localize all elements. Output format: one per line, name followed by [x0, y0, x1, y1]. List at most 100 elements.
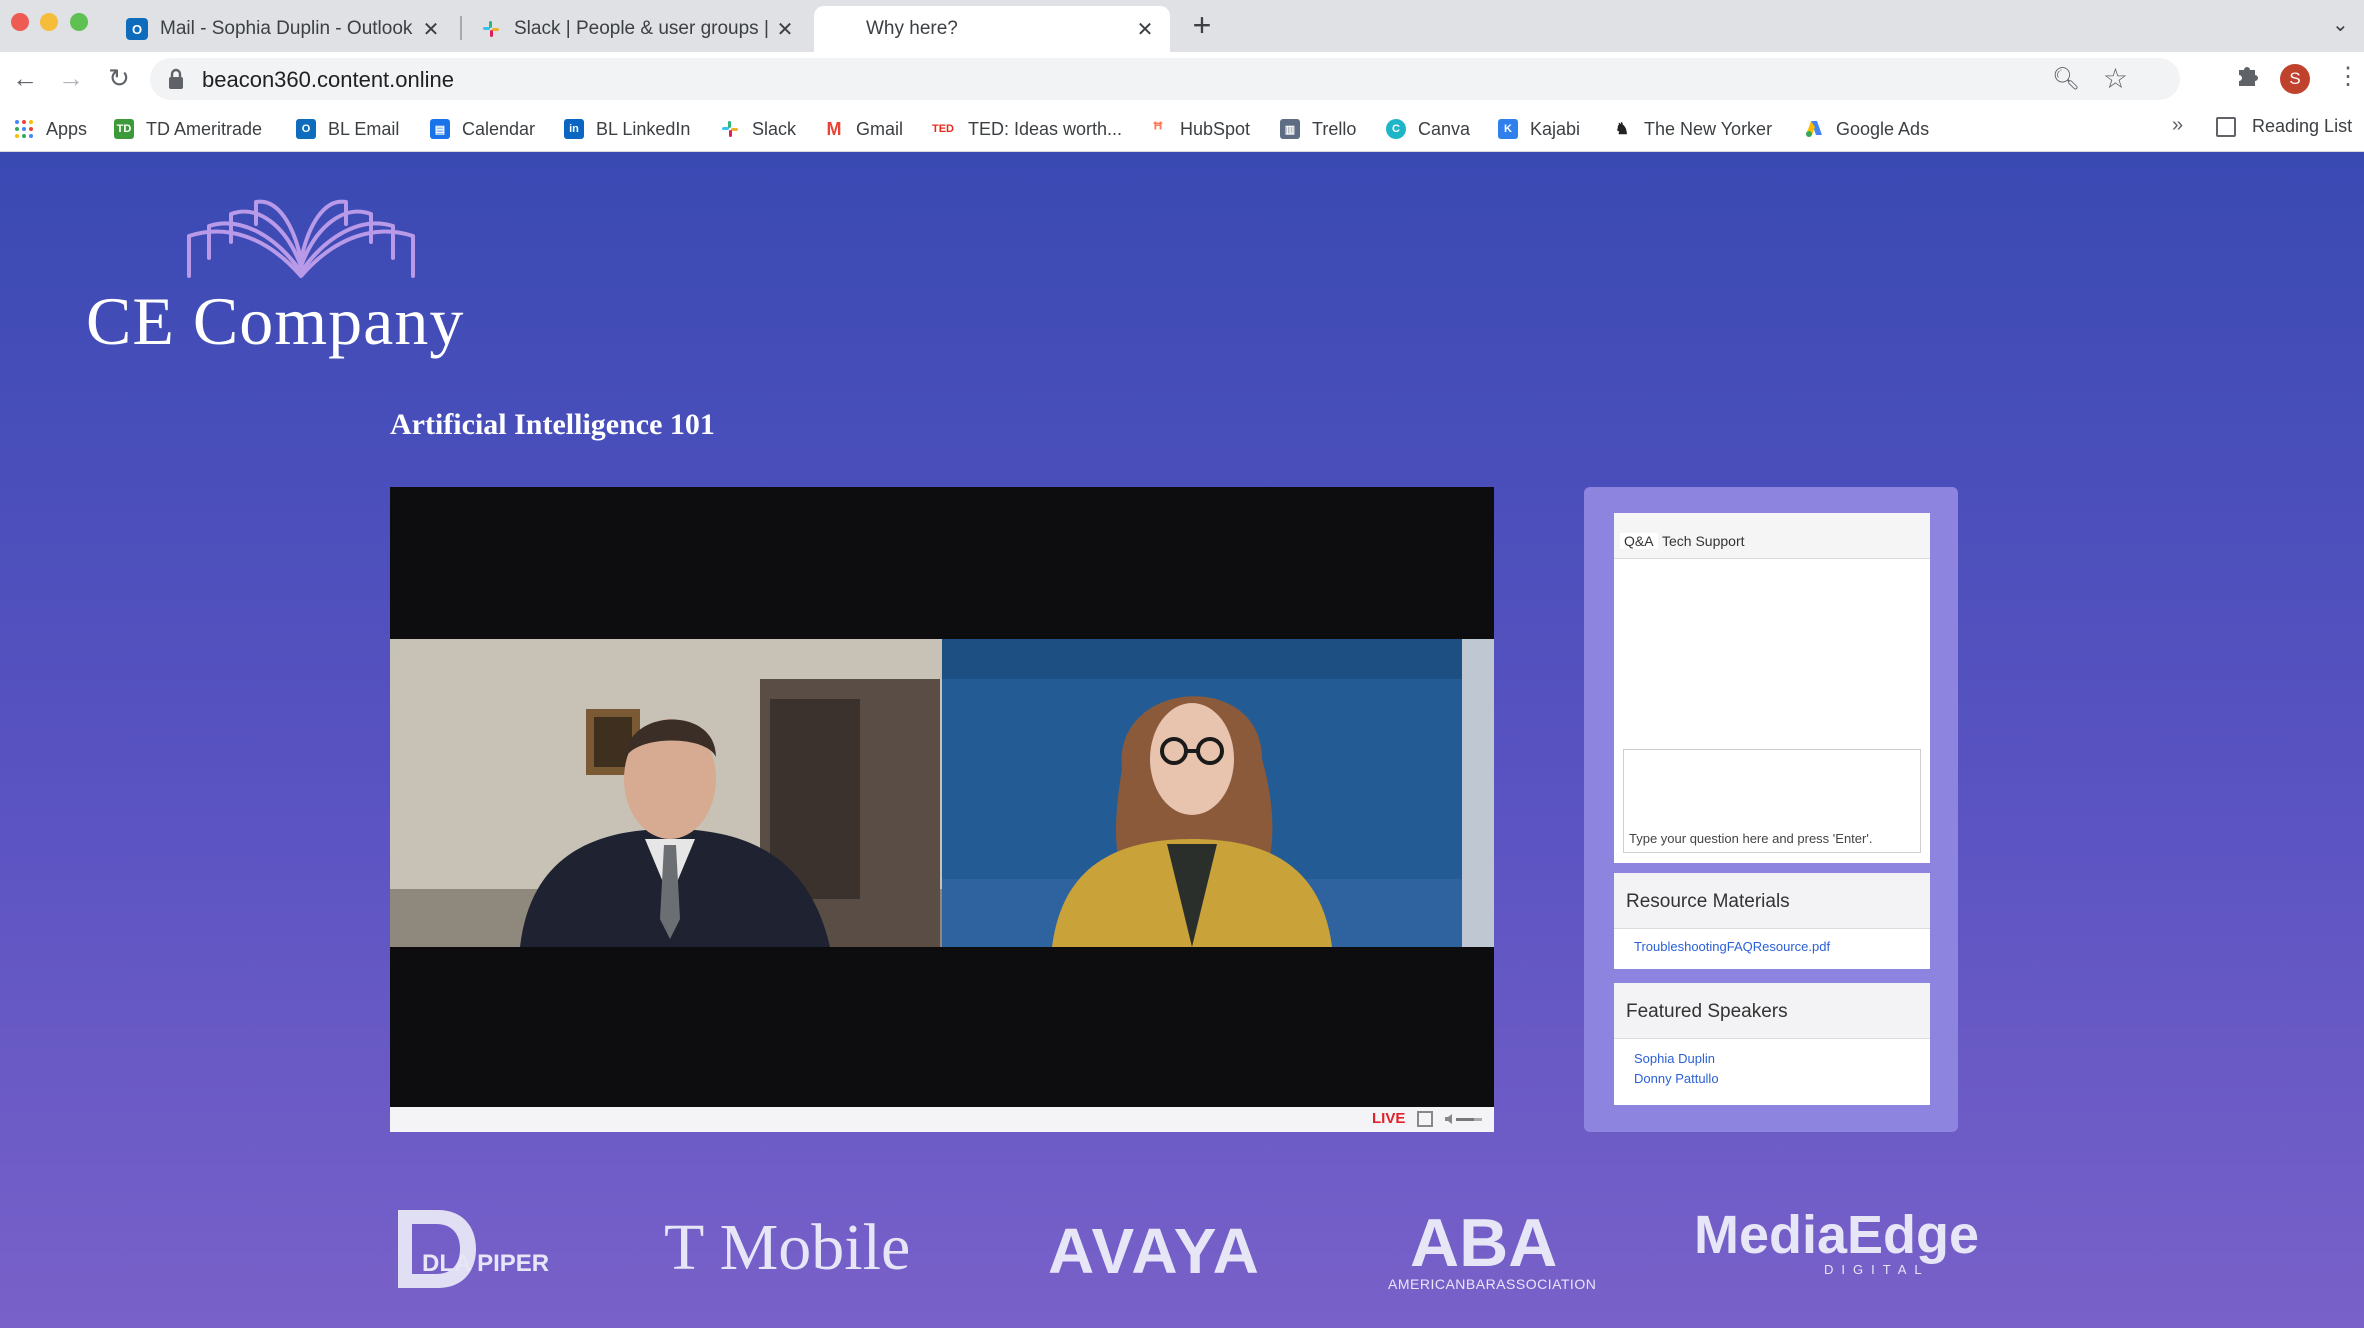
reading-list-button[interactable]: Reading List	[2216, 116, 2352, 137]
bookmark-label: HubSpot	[1180, 118, 1251, 139]
player-controls: LIVE	[390, 1107, 1494, 1132]
ted-icon: TED	[932, 123, 954, 135]
bookmark-label: Kajabi	[1530, 118, 1581, 139]
question-placeholder: Type your question here and press 'Enter…	[1629, 831, 1873, 846]
speaker-link[interactable]: Donny Pattullo	[1634, 1071, 1719, 1086]
bookmark-label: Trello	[1312, 118, 1357, 139]
calendar-icon: ▤	[430, 119, 450, 139]
zoom-icon[interactable]: 🔍︎	[2052, 66, 2080, 92]
window-minimize-button[interactable]	[40, 13, 58, 31]
tab-slack[interactable]: Slack | People & user groups | ✕	[466, 6, 810, 52]
tab-outlook[interactable]: O Mail - Sophia Duplin - Outlook ✕	[112, 6, 456, 52]
tab-why-here[interactable]: Why here? ✕	[814, 6, 1170, 52]
webinar-page: CE Company Artificial Intelligence 101 L…	[0, 152, 2364, 1328]
tab-title: Slack | People & user groups |	[514, 18, 769, 39]
qa-widget: Q&A Tech Support Type your question here…	[1614, 513, 1930, 863]
featured-speakers-header: Featured Speakers	[1614, 983, 1930, 1039]
bookmark-bl-linkedin[interactable]: in BL LinkedIn	[564, 116, 690, 142]
address-bar[interactable]: beacon360.content.online 🔍︎ ☆	[150, 58, 2180, 100]
close-icon[interactable]: ✕	[1134, 18, 1156, 41]
slack-icon	[480, 18, 502, 40]
video-player[interactable]: LIVE	[390, 487, 1494, 1132]
apps-grid-icon	[14, 119, 34, 139]
bookmark-kajabi[interactable]: K Kajabi	[1498, 116, 1580, 142]
bookmark-label: Google Ads	[1836, 118, 1930, 139]
bookmark-trello[interactable]: ▥ Trello	[1280, 116, 1356, 142]
close-icon[interactable]: ✕	[420, 18, 442, 41]
bookmark-calendar[interactable]: ▤ Calendar	[430, 116, 535, 142]
bookmark-bl-email[interactable]: O BL Email	[296, 116, 399, 142]
resource-link[interactable]: TroubleshootingFAQResource.pdf	[1634, 939, 1830, 954]
bookmark-ted[interactable]: TED TED: Ideas worth...	[930, 116, 1122, 142]
bookmark-label: TD Ameritrade	[146, 118, 263, 139]
speaker-link[interactable]: Sophia Duplin	[1634, 1051, 1715, 1066]
back-arrow-icon[interactable]: ←	[8, 61, 42, 95]
side-panel: Q&A Tech Support Type your question here…	[1584, 487, 1958, 1132]
tab-tech-support[interactable]: Tech Support	[1662, 533, 1745, 549]
bookmark-hubspot[interactable]: ꟸ HubSpot	[1148, 116, 1250, 142]
close-icon[interactable]: ✕	[774, 18, 796, 41]
event-title: Artificial Intelligence 101	[390, 408, 715, 441]
open-book-logo-icon	[187, 199, 415, 278]
question-input[interactable]: Type your question here and press 'Enter…	[1623, 749, 1921, 853]
featured-speakers-card: Featured Speakers Sophia Duplin Donny Pa…	[1614, 983, 1930, 1105]
url-text: beacon360.content.online	[202, 67, 454, 92]
tab-search-chevron-icon[interactable]: ⌄	[2332, 12, 2349, 37]
browser-toolbar: ← → ↻ beacon360.content.online 🔍︎ ☆	[0, 52, 2364, 106]
t-mobile-logo: T Mobile	[664, 1211, 911, 1284]
kajabi-icon: K	[1498, 119, 1518, 139]
bookmark-label: Gmail	[856, 118, 904, 139]
featured-speakers-title: Featured Speakers	[1626, 1001, 1788, 1022]
bookmarks-overflow-button[interactable]: »	[2172, 114, 2183, 137]
outlook-icon: O	[296, 119, 316, 139]
bookmark-label: BL LinkedIn	[596, 118, 691, 139]
resource-materials-header: Resource Materials	[1614, 873, 1930, 929]
bookmark-label: BL Email	[328, 118, 400, 139]
bookmark-apps[interactable]: Apps	[14, 116, 87, 142]
extensions-puzzle-icon[interactable]	[2234, 62, 2260, 95]
slack-icon	[720, 119, 740, 139]
bookmark-google-ads[interactable]: Google Ads	[1804, 116, 1929, 142]
video-feed	[390, 639, 1494, 947]
bookmark-td-ameritrade[interactable]: TD TD Ameritrade	[114, 116, 262, 142]
bookmark-star-icon[interactable]: ☆	[2103, 62, 2128, 95]
qa-tab-bar: Q&A Tech Support	[1614, 513, 1930, 559]
fullscreen-icon[interactable]	[1417, 1111, 1433, 1127]
gmail-icon: M	[826, 118, 842, 139]
reload-icon[interactable]: ↻	[102, 61, 136, 95]
reading-list-icon	[2216, 116, 2236, 137]
window-close-button[interactable]	[11, 13, 29, 31]
speaker-video-right	[942, 639, 1494, 947]
profile-avatar[interactable]: S	[2280, 64, 2310, 94]
bookmark-label: Calendar	[462, 118, 536, 139]
avaya-logo: AVAYA	[1048, 1215, 1261, 1287]
mediaedge-logo: MediaEdge DIGITAL	[1694, 1205, 1980, 1277]
forward-arrow-icon[interactable]: →	[54, 61, 88, 95]
bookmark-label: The New Yorker	[1644, 118, 1773, 139]
bookmark-slack[interactable]: Slack	[720, 116, 796, 142]
bookmark-label: Slack	[752, 118, 797, 139]
trello-icon: ▥	[1280, 119, 1300, 139]
bookmark-label: TED: Ideas worth...	[968, 118, 1123, 139]
bookmark-label: Canva	[1418, 118, 1471, 139]
bookmark-canva[interactable]: C Canva	[1386, 116, 1470, 142]
tab-title: Mail - Sophia Duplin - Outlook	[160, 18, 413, 39]
brand-name: CE Company	[86, 283, 465, 359]
volume-icon[interactable]	[1444, 1112, 1484, 1126]
td-icon: TD	[114, 119, 134, 139]
speaker-video-left	[390, 639, 942, 947]
canva-icon: C	[1386, 119, 1406, 139]
aba-logo: ABA AMERICANBARASSOCIATION	[1388, 1205, 1597, 1292]
bookmark-new-yorker[interactable]: ♞ The New Yorker	[1612, 116, 1772, 142]
browser-menu-icon[interactable]: ⋮	[2336, 62, 2360, 91]
bookmark-gmail[interactable]: M Gmail	[824, 116, 904, 142]
new-yorker-icon: ♞	[1614, 121, 1630, 138]
new-tab-button[interactable]: +	[1186, 9, 1218, 42]
resource-materials-card: Resource Materials TroubleshootingFAQRes…	[1614, 873, 1930, 969]
bookmark-label: Apps	[46, 118, 88, 139]
window-maximize-button[interactable]	[70, 13, 88, 31]
hubspot-icon: ꟸ	[1152, 118, 1164, 139]
tab-separator	[460, 16, 462, 40]
google-ads-icon	[1804, 119, 1824, 139]
tab-qa[interactable]: Q&A	[1620, 533, 1658, 549]
